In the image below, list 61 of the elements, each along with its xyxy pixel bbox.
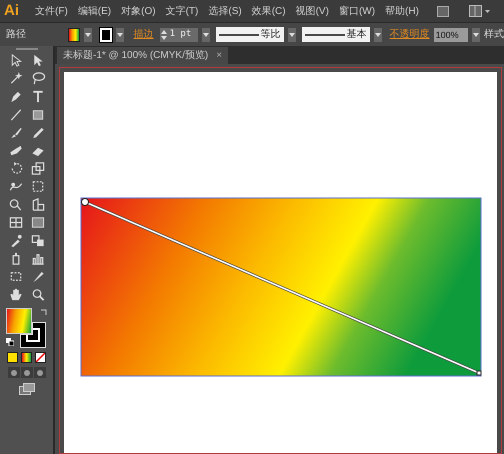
profile-dropdown[interactable] (288, 28, 296, 42)
stroke-line-icon (218, 32, 259, 36)
spinner-arrows-icon[interactable] (160, 28, 168, 40)
fill-swatch[interactable] (68, 28, 80, 42)
stroke-line-icon (304, 32, 345, 36)
lasso-icon[interactable] (30, 71, 46, 86)
stroke-dropdown[interactable] (116, 28, 124, 42)
free-transform-icon[interactable] (30, 179, 46, 194)
stroke-weight-dropdown[interactable] (202, 28, 210, 42)
draw-mode-button[interactable] (34, 367, 46, 378)
menu-item[interactable]: 视图(V) (296, 4, 329, 18)
scale-icon[interactable] (30, 161, 46, 176)
gradient-icon[interactable] (30, 215, 46, 230)
menu-item[interactable]: 文件(F) (35, 4, 68, 18)
menu-item[interactable]: 帮助(H) (385, 4, 419, 18)
caret-icon (84, 32, 91, 36)
opacity-dropdown[interactable] (472, 28, 480, 42)
menu-item[interactable]: 文字(T) (166, 4, 198, 18)
document-tab[interactable]: 未标题-1* @ 100% (CMYK/预览) × (57, 47, 228, 64)
workspace-layout-icon[interactable] (468, 5, 491, 17)
circle-icon (36, 368, 44, 376)
opacity-link[interactable]: 不透明度 (390, 27, 430, 42)
menu-item[interactable]: 效果(C) (252, 4, 286, 18)
opacity-field[interactable]: 100% (434, 28, 468, 42)
fill-dropdown[interactable] (84, 28, 92, 42)
style-label: 样式 (484, 28, 504, 42)
menu-item[interactable]: 对象(O) (121, 4, 156, 18)
stroke-link[interactable]: 描边 (134, 27, 154, 42)
default-colors-icon[interactable] (6, 338, 14, 346)
artboard-icon[interactable] (8, 269, 24, 284)
circle-icon (10, 368, 18, 376)
menu-item[interactable]: 选择(S) (208, 4, 242, 18)
stroke-weight-field[interactable]: 1 pt (160, 28, 198, 42)
close-icon[interactable]: × (216, 48, 222, 63)
menu-item[interactable]: 窗口(W) (338, 4, 376, 18)
none-mode-button[interactable] (35, 352, 46, 363)
brush-dropdown[interactable] (374, 28, 382, 42)
caret-icon (288, 32, 295, 36)
circle-icon (22, 368, 30, 376)
perspective-grid-icon[interactable] (30, 197, 46, 212)
caret-icon (116, 32, 123, 36)
object-type-label: 路径 (6, 28, 27, 42)
caret-icon (202, 32, 209, 36)
gradient-mode-button[interactable] (21, 352, 32, 363)
app-logo: Ai (4, 0, 19, 21)
variable-width-profile-dropdown[interactable]: 等比 (216, 27, 284, 42)
stroke-swatch[interactable] (100, 28, 112, 42)
screen-mode-icon[interactable] (18, 383, 34, 395)
magnifier-icon[interactable] (30, 287, 46, 302)
menu-item[interactable]: 编辑(E) (78, 4, 112, 18)
bar-chart-icon[interactable] (30, 251, 46, 266)
mesh-icon[interactable] (8, 215, 24, 230)
brush-definition-dropdown[interactable]: 基本 (302, 27, 370, 42)
draw-mode-button[interactable] (8, 367, 20, 378)
blend-icon[interactable] (30, 233, 46, 248)
caret-icon (473, 32, 479, 36)
hand-icon[interactable] (8, 287, 24, 302)
caret-icon (374, 32, 381, 36)
color-mode-button[interactable] (7, 352, 18, 363)
fill-color-box[interactable] (6, 308, 32, 334)
draw-mode-button[interactable] (20, 367, 32, 378)
